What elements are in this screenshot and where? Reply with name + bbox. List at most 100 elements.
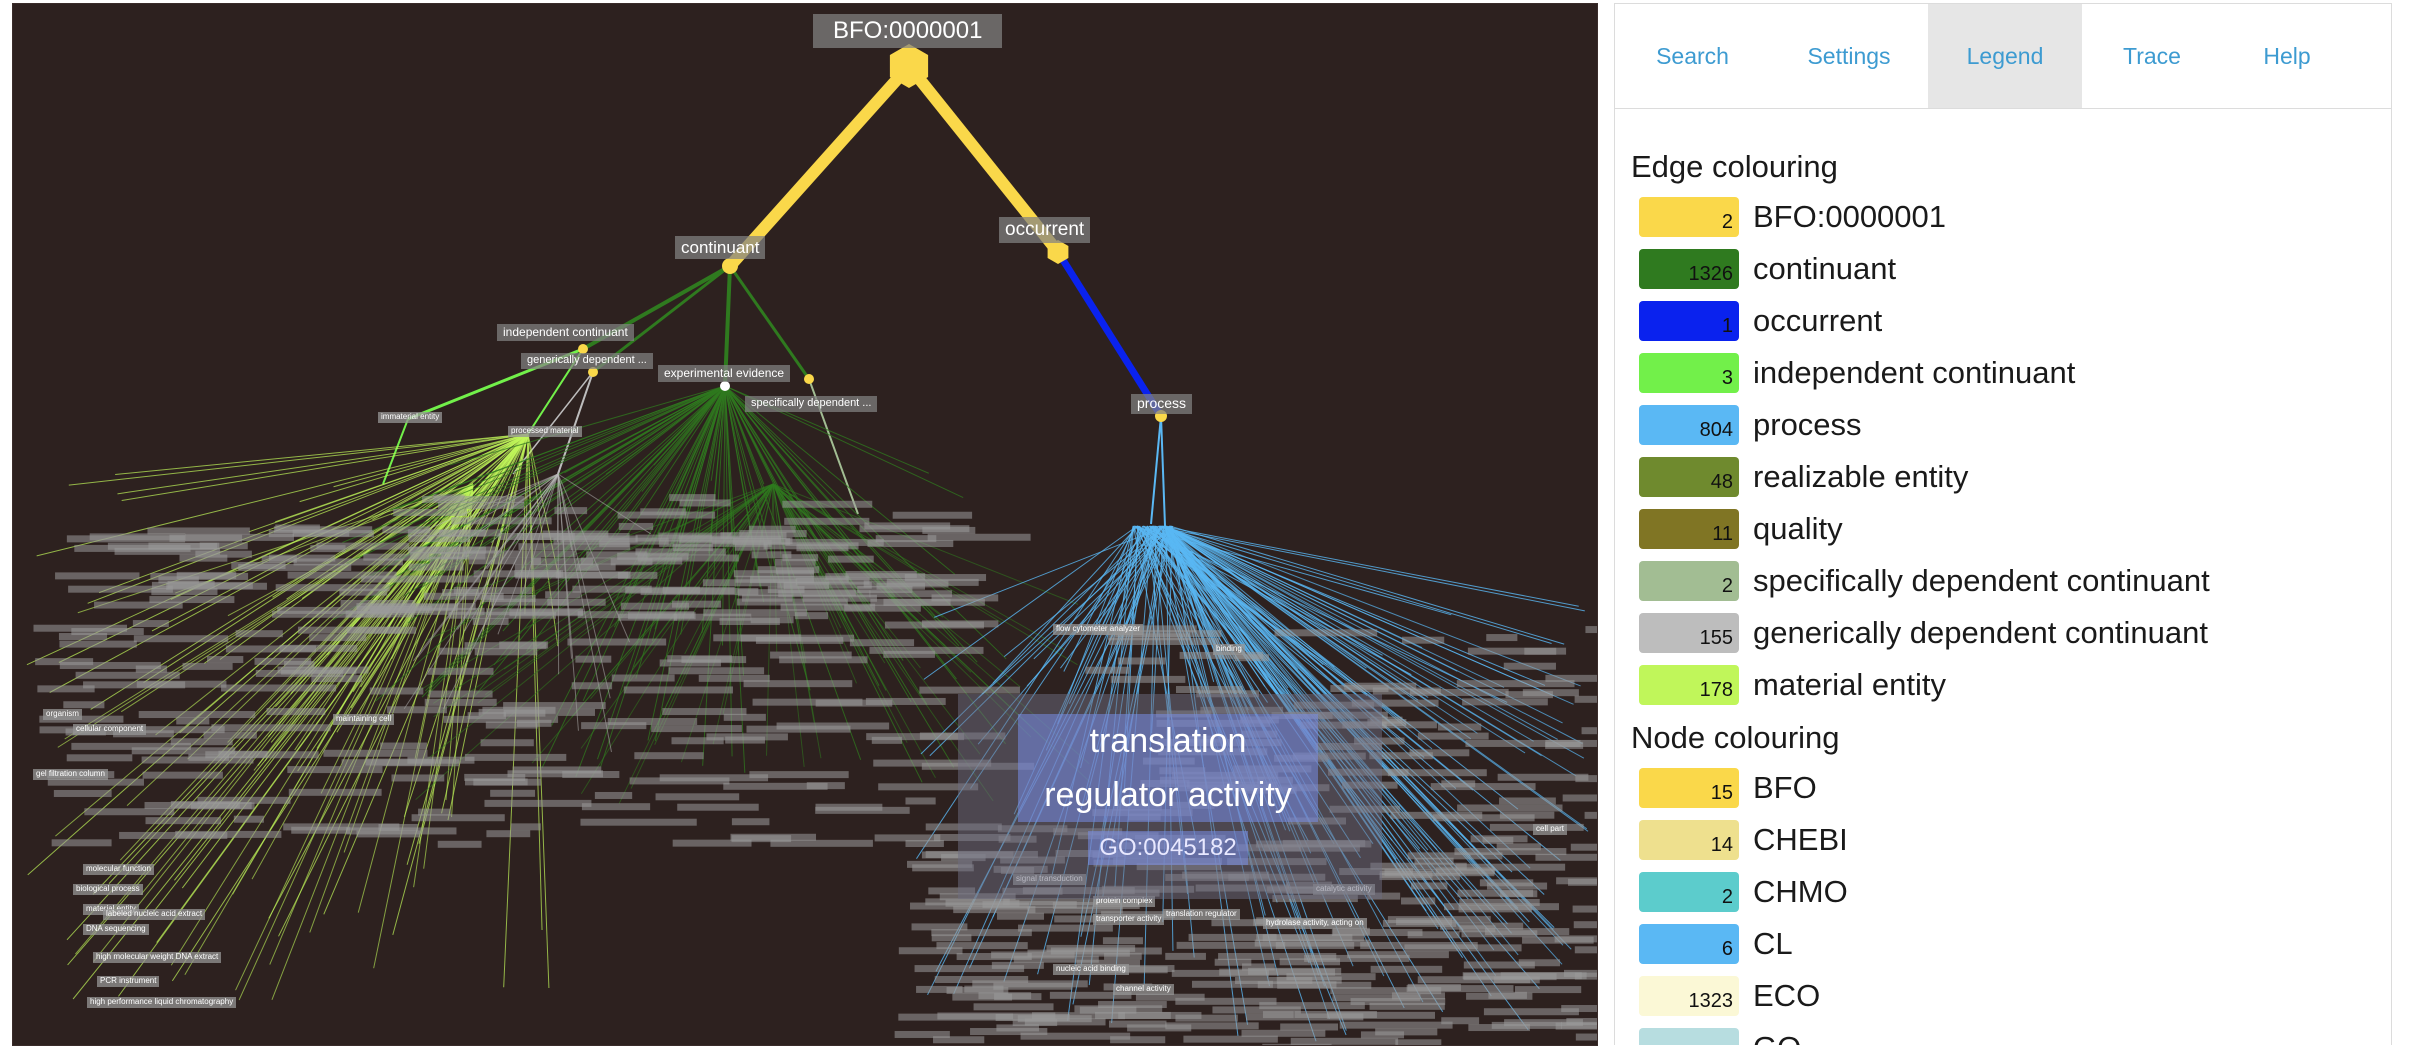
leaf-node-label-box <box>59 640 137 648</box>
leaf-node-label[interactable]: hydrolase activity, acting on <box>1263 918 1367 929</box>
leaf-node-label-box <box>1262 1011 1294 1019</box>
leaf-node-label[interactable]: flow cytometer analyzer <box>1053 624 1144 635</box>
specifically-dependent-node-label[interactable]: specifically dependent ... <box>745 396 878 412</box>
leaf-node-label[interactable]: biological process <box>73 884 143 895</box>
leaf-node-label-box <box>668 667 765 675</box>
leaf-node-label[interactable]: organism <box>43 709 82 720</box>
leaf-node-label-box <box>1339 1021 1453 1029</box>
tab-trace[interactable]: Trace <box>2082 4 2222 108</box>
leaf-node-label[interactable]: channel activity <box>1113 984 1174 995</box>
leaf-node-label[interactable]: immaterial entity <box>378 412 443 423</box>
leaf-node-label[interactable]: PCR instrument <box>97 976 160 987</box>
edge-legend-item[interactable]: 178 material entity <box>1639 665 1946 705</box>
leaf-node-label-box <box>921 620 999 628</box>
edge-color-swatch[interactable]: 48 <box>1639 457 1739 497</box>
edge-legend-item[interactable]: 1 occurrent <box>1639 301 1882 341</box>
generically-dependent-node-label[interactable]: generically dependent ... <box>521 353 653 369</box>
leaf-node-label-box <box>297 626 401 634</box>
node-legend-item[interactable]: 14 CHEBI <box>1639 820 1848 860</box>
graph-edge <box>512 371 594 475</box>
edge-color-swatch[interactable]: 178 <box>1639 665 1739 705</box>
leaf-node-label[interactable]: high performance liquid chromatography <box>87 997 237 1008</box>
node-legend-item[interactable]: 15 BFO <box>1639 768 1817 808</box>
edge-color-swatch[interactable]: 155 <box>1639 613 1739 653</box>
edge-legend-item[interactable]: 11 quality <box>1639 509 1843 549</box>
leaf-node-label-box <box>63 701 105 709</box>
leaf-node-label[interactable]: processed material <box>508 426 582 437</box>
leaf-node-label-box <box>796 544 849 552</box>
leaf-node-label-box <box>225 645 316 653</box>
leaf-node-label[interactable]: binding <box>1213 644 1245 655</box>
edge-color-swatch[interactable]: 3 <box>1639 353 1739 393</box>
edge-color-swatch[interactable]: 2 <box>1639 561 1739 601</box>
occurrent-node-label[interactable]: occurrent <box>999 217 1091 243</box>
leaf-node-label-box <box>698 674 770 682</box>
leaf-node-label-box <box>617 571 658 579</box>
node-legend-item[interactable]: 6 CL <box>1639 924 1793 964</box>
leaf-node-label[interactable]: gel filtration column <box>33 769 108 780</box>
leaf-node-label[interactable]: translation regulator <box>1163 909 1240 920</box>
tab-search[interactable]: Search <box>1615 4 1770 108</box>
leaf-node-label[interactable]: labeled nucleic acid extract <box>103 909 206 920</box>
experimental-evidence-node-label[interactable]: experimental evidence <box>658 365 791 382</box>
leaf-node-label-box <box>640 508 686 516</box>
edge-legend-item[interactable]: 2 BFO:0000001 <box>1639 197 1946 237</box>
leaf-node-label[interactable]: cellular component <box>73 724 147 735</box>
leaf-node-label-box <box>1274 629 1378 637</box>
node-legend-item[interactable]: 1323 ECO <box>1639 976 1820 1016</box>
leaf-node-label-box <box>1409 688 1509 696</box>
leaf-node-label-box <box>309 634 367 642</box>
leaf-node-label-box <box>195 550 252 558</box>
tab-help[interactable]: Help <box>2222 4 2352 108</box>
node-color-swatch[interactable]: 1323 <box>1639 976 1739 1016</box>
leaf-node-label-box <box>892 511 973 519</box>
leaf-node-label[interactable]: high molecular weight DNA extract <box>93 952 222 963</box>
leaf-node-label-box <box>618 522 654 530</box>
edge-legend-item[interactable]: 1326 continuant <box>1639 249 1896 289</box>
node-color-swatch[interactable]: 6 <box>1639 924 1739 964</box>
leaf-node-label-box <box>859 525 970 533</box>
edge-legend-item[interactable]: 155 generically dependent continuant <box>1639 613 2208 653</box>
leaf-node-label[interactable]: maintaining cell <box>333 714 395 725</box>
leaf-node-label-box <box>1275 941 1355 949</box>
leaf-node-label-box <box>1575 775 1597 783</box>
tab-settings[interactable]: Settings <box>1770 4 1928 108</box>
edge-legend-item[interactable]: 3 independent continuant <box>1639 353 2075 393</box>
node-legend-item[interactable]: 620 GO <box>1639 1028 1801 1045</box>
leaf-node-label[interactable]: DNA sequencing <box>83 924 149 935</box>
edge-color-swatch[interactable]: 1326 <box>1639 249 1739 289</box>
edge-color-swatch[interactable]: 11 <box>1639 509 1739 549</box>
leaf-node-label-box <box>1566 1017 1597 1025</box>
independent-continuant-node-label[interactable]: independent continuant <box>497 324 634 341</box>
leaf-node-label[interactable]: nucleic acid binding <box>1053 964 1129 975</box>
root-node-label[interactable]: BFO:0000001 <box>813 14 1003 48</box>
node-legend-item[interactable]: 2 CHMO <box>1639 872 1848 912</box>
edge-legend-item[interactable]: 2 specifically dependent continuant <box>1639 561 2210 601</box>
node-color-swatch[interactable]: 620 <box>1639 1028 1739 1045</box>
leaf-node-label[interactable]: molecular function <box>83 864 154 875</box>
leaf-node-label-box <box>438 501 525 509</box>
leaf-node-label-box <box>1499 797 1556 805</box>
leaf-node-label[interactable]: transporter activity <box>1093 914 1165 925</box>
process-node-label[interactable]: process <box>1131 394 1193 414</box>
leaf-node-label-box <box>287 571 397 579</box>
edge-legend-item[interactable]: 804 process <box>1639 405 1862 445</box>
node-color-swatch[interactable]: 15 <box>1639 768 1739 808</box>
continuant-node-label[interactable]: continuant <box>675 236 766 260</box>
leaf-node-label-box <box>770 651 852 659</box>
edge-count: 2 <box>1721 575 1733 597</box>
edge-color-swatch[interactable]: 1 <box>1639 301 1739 341</box>
edge-color-swatch[interactable]: 2 <box>1639 197 1739 237</box>
ontology-graph-canvas[interactable]: BFO:0000001 continuant occurrent indepen… <box>12 3 1598 1046</box>
leaf-node-label-box <box>1407 852 1503 860</box>
leaf-node-label-box <box>408 563 464 571</box>
node-color-swatch[interactable]: 14 <box>1639 820 1739 860</box>
leaf-node-label-box <box>1027 949 1130 957</box>
leaf-node-label[interactable]: cell part <box>1533 824 1568 835</box>
node-color-swatch[interactable]: 2 <box>1639 872 1739 912</box>
leaf-node-label-box <box>235 630 283 638</box>
edge-legend-item[interactable]: 48 realizable entity <box>1639 457 1968 497</box>
tab-legend[interactable]: Legend <box>1928 4 2082 108</box>
edge-color-swatch[interactable]: 804 <box>1639 405 1739 445</box>
leaf-node-label-box <box>1108 1020 1167 1028</box>
